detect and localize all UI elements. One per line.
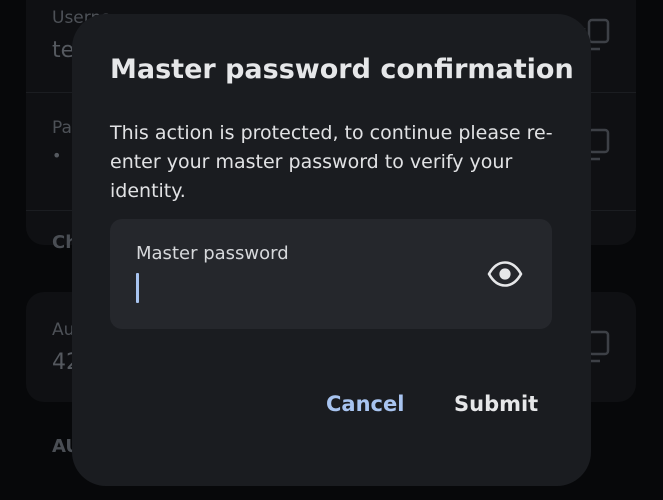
submit-button[interactable]: Submit xyxy=(454,392,538,416)
dialog-message: This action is protected, to continue pl… xyxy=(110,122,553,202)
cancel-button[interactable]: Cancel xyxy=(326,392,404,416)
dialog-actions: Cancel Submit xyxy=(72,392,591,422)
master-password-dialog: Master password confirmation This action… xyxy=(72,14,591,486)
username-value: te xyxy=(52,38,75,63)
dialog-title: Master password confirmation xyxy=(110,54,574,85)
master-password-field[interactable]: Master password xyxy=(110,219,552,329)
password-value: • xyxy=(52,146,62,165)
master-password-input[interactable] xyxy=(134,273,456,305)
toggle-visibility-button[interactable] xyxy=(482,253,528,295)
eye-icon xyxy=(487,261,523,287)
master-password-label: Master password xyxy=(136,243,289,264)
text-caret xyxy=(136,273,139,303)
password-label: Pa xyxy=(52,118,72,138)
screen: Userna te Pa • Ch Au 42 AU Master passwo… xyxy=(0,0,663,500)
